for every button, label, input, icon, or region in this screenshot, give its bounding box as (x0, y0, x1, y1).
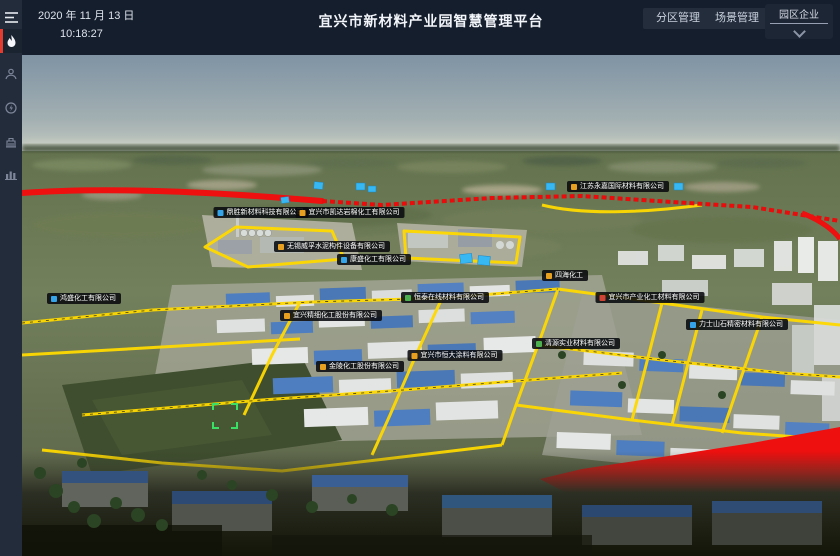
company-label-text: 宜兴精细化工股份有限公司 (293, 312, 377, 319)
factory-marker-icon (546, 273, 552, 279)
factory-marker-icon (405, 295, 411, 301)
company-label-text: 宜兴市产业化工材料有限公司 (609, 294, 700, 301)
company-label[interactable]: 力士山石精密材料有限公司 (686, 319, 788, 330)
map-scene (22, 55, 840, 556)
company-label-text: 四海化工 (555, 272, 583, 279)
top-bar: 2020 年 11 月 13 日 10:18:27 宜兴市新材料产业园智慧管理平… (22, 0, 840, 55)
chevron-down-icon (793, 25, 806, 38)
company-label-text: 江苏永嘉国际材料有限公司 (580, 183, 664, 190)
company-label-text: 无锡威孚水泥构件设备有限公司 (287, 243, 385, 250)
company-label[interactable]: 江苏永嘉国际材料有限公司 (567, 181, 669, 192)
company-label[interactable]: 金陵化工股份有限公司 (316, 361, 404, 372)
company-label[interactable]: 宜兴市凯达岩棉化工有限公司 (296, 207, 405, 218)
factory-marker-icon (571, 184, 577, 190)
factory-marker-icon (300, 210, 306, 216)
dropdown-label: 园区企业 (770, 6, 828, 24)
factory-marker-icon (320, 364, 326, 370)
factory-marker-icon (341, 257, 347, 263)
company-label-text: 宜兴市凯达岩棉化工有限公司 (309, 209, 400, 216)
scene-management-button[interactable]: 场景管理 (702, 8, 772, 29)
company-label-text: 康盛化工有限公司 (350, 256, 406, 263)
menu-icon[interactable] (0, 5, 22, 29)
factory-marker-icon (284, 313, 290, 319)
company-label[interactable]: 宜兴市恒大涂料有限公司 (408, 350, 503, 361)
company-label-text: 力士山石精密材料有限公司 (699, 321, 783, 328)
company-label[interactable]: 鸿盛化工有限公司 (47, 293, 121, 304)
factory-marker-icon (51, 296, 57, 302)
factory-marker-icon (536, 341, 542, 347)
company-label-text: 宜兴市恒大涂料有限公司 (421, 352, 498, 359)
company-label[interactable]: 康盛化工有限公司 (337, 254, 411, 265)
gauge-icon[interactable] (0, 96, 22, 120)
factory-marker-icon (600, 295, 606, 301)
smart-park-platform: 2020 年 11 月 13 日 10:18:27 宜兴市新材料产业园智慧管理平… (0, 0, 840, 556)
company-label-text: 鸿盛化工有限公司 (60, 295, 116, 302)
company-label-text: 金陵化工股份有限公司 (329, 363, 399, 370)
factory-marker-icon (690, 322, 696, 328)
factory-marker-icon (218, 210, 224, 216)
company-label[interactable]: 宜兴市产业化工材料有限公司 (596, 292, 705, 303)
user-icon[interactable] (0, 62, 22, 86)
factory-marker-icon (278, 244, 284, 250)
company-label-text: 鼎胜新材料科技有限公司 (227, 209, 304, 216)
company-label[interactable]: 四海化工 (542, 270, 588, 281)
bar-chart-icon[interactable] (0, 162, 22, 186)
flame-icon[interactable] (0, 29, 22, 53)
park-enterprise-dropdown[interactable]: 园区企业 (765, 4, 833, 39)
factory-marker-icon (412, 353, 418, 359)
company-label[interactable]: 鼎胜新材料科技有限公司 (214, 207, 309, 218)
sidebar (0, 0, 22, 556)
factory-icon[interactable] (0, 130, 22, 154)
company-label-text: 恒泰在线材料有限公司 (414, 294, 484, 301)
map-3d-view[interactable] (22, 55, 840, 556)
company-label[interactable]: 宜兴精细化工股份有限公司 (280, 310, 382, 321)
company-label-text: 清源实业材料有限公司 (545, 340, 615, 347)
company-label[interactable]: 恒泰在线材料有限公司 (401, 292, 489, 303)
company-label[interactable]: 清源实业材料有限公司 (532, 338, 620, 349)
company-label[interactable]: 无锡威孚水泥构件设备有限公司 (274, 241, 390, 252)
